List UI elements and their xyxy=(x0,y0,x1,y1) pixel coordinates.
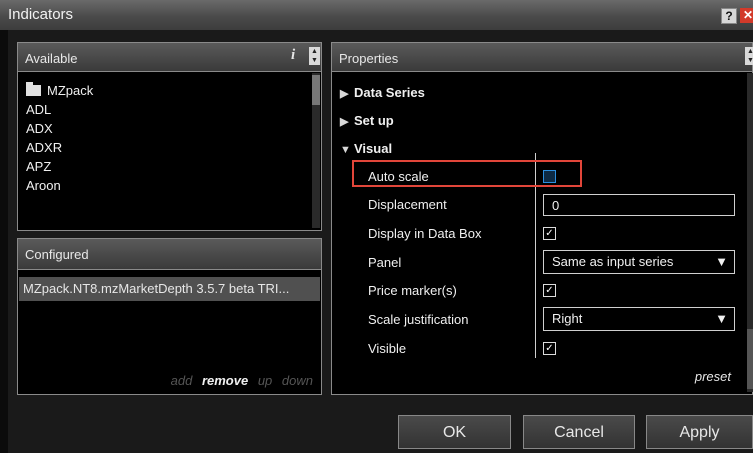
available-title: Available xyxy=(25,51,78,66)
available-panel: Available i ▲ ▼ MZpack ADL ADX ADXR APZ A… xyxy=(17,42,322,231)
up-link[interactable]: up xyxy=(258,373,272,388)
scrollbar-thumb[interactable] xyxy=(312,75,320,105)
price-markers-label: Price marker(s) xyxy=(368,283,457,298)
section-data-series[interactable]: ▶ Data Series xyxy=(340,85,425,100)
configured-panel: Configured MZpack.NT8.mzMarketDepth 3.5.… xyxy=(17,238,322,395)
list-item[interactable]: APZ xyxy=(26,157,93,176)
available-scrollbar[interactable] xyxy=(312,73,320,228)
displacement-label: Displacement xyxy=(368,197,447,212)
chevron-down-icon: ▼ xyxy=(715,311,728,326)
configured-actions: add remove up down xyxy=(165,373,313,388)
add-link[interactable]: add xyxy=(171,373,193,388)
info-icon[interactable]: i xyxy=(291,47,295,64)
preset-link[interactable]: preset xyxy=(695,369,731,384)
properties-scrollbar-thumb[interactable] xyxy=(747,329,753,389)
configured-item[interactable]: MZpack.NT8.mzMarketDepth 3.5.7 beta TRI.… xyxy=(19,277,320,301)
expand-arrow-icon: ▶ xyxy=(340,88,349,100)
list-item[interactable]: Aroon xyxy=(26,176,93,195)
collapse-arrow-icon: ▼ xyxy=(340,144,351,156)
configured-header: Configured xyxy=(18,239,321,270)
cancel-button[interactable]: Cancel xyxy=(523,415,635,449)
display-in-data-box-checkbox[interactable]: ✓ xyxy=(543,227,556,240)
folder-icon xyxy=(26,82,41,96)
list-item[interactable]: ADX xyxy=(26,119,93,138)
configured-title: Configured xyxy=(25,247,89,262)
scale-justification-value: Right xyxy=(552,311,583,326)
properties-scroll-arrows[interactable]: ▲ ▼ xyxy=(745,47,753,65)
panel-label: Panel xyxy=(368,255,402,270)
display-in-data-box-label: Display in Data Box xyxy=(368,226,482,241)
properties-header: Properties ▲ ▼ xyxy=(332,43,753,72)
displacement-input[interactable]: 0 xyxy=(543,194,735,216)
expand-arrow-icon: ▶ xyxy=(340,116,349,128)
properties-scrollbar[interactable] xyxy=(747,73,753,392)
close-button[interactable]: ✕ xyxy=(740,8,753,23)
remove-link[interactable]: remove xyxy=(202,373,248,388)
ok-button[interactable]: OK xyxy=(398,415,511,449)
section-set-up[interactable]: ▶ Set up xyxy=(340,113,394,128)
window-title: Indicators xyxy=(8,6,74,23)
available-list: MZpack ADL ADX ADXR APZ Aroon xyxy=(26,81,93,195)
scale-justification-label: Scale justification xyxy=(368,312,469,327)
chevron-down-icon: ▼ xyxy=(715,254,728,269)
available-header: Available i ▲ ▼ xyxy=(18,43,321,72)
apply-button[interactable]: Apply xyxy=(646,415,753,449)
scroll-up-arrows[interactable]: ▲ ▼ xyxy=(309,47,320,65)
scale-justification-select[interactable]: Right ▼ xyxy=(543,307,735,331)
highlight-box xyxy=(352,160,582,187)
visible-checkbox[interactable]: ✓ xyxy=(543,342,556,355)
title-bar: Indicators ? ✕ xyxy=(0,0,753,30)
list-item[interactable]: ADL xyxy=(26,100,93,119)
panel-select-value: Same as input series xyxy=(552,254,674,269)
help-button[interactable]: ? xyxy=(721,8,737,24)
list-item-mzpack[interactable]: MZpack xyxy=(26,81,93,100)
visible-label: Visible xyxy=(368,341,407,356)
panel-select[interactable]: Same as input series ▼ xyxy=(543,250,735,274)
section-visual[interactable]: ▼ Visual xyxy=(340,141,392,156)
down-link[interactable]: down xyxy=(282,373,313,388)
price-markers-checkbox[interactable]: ✓ xyxy=(543,284,556,297)
properties-title: Properties xyxy=(339,51,399,66)
list-item[interactable]: ADXR xyxy=(26,138,93,157)
